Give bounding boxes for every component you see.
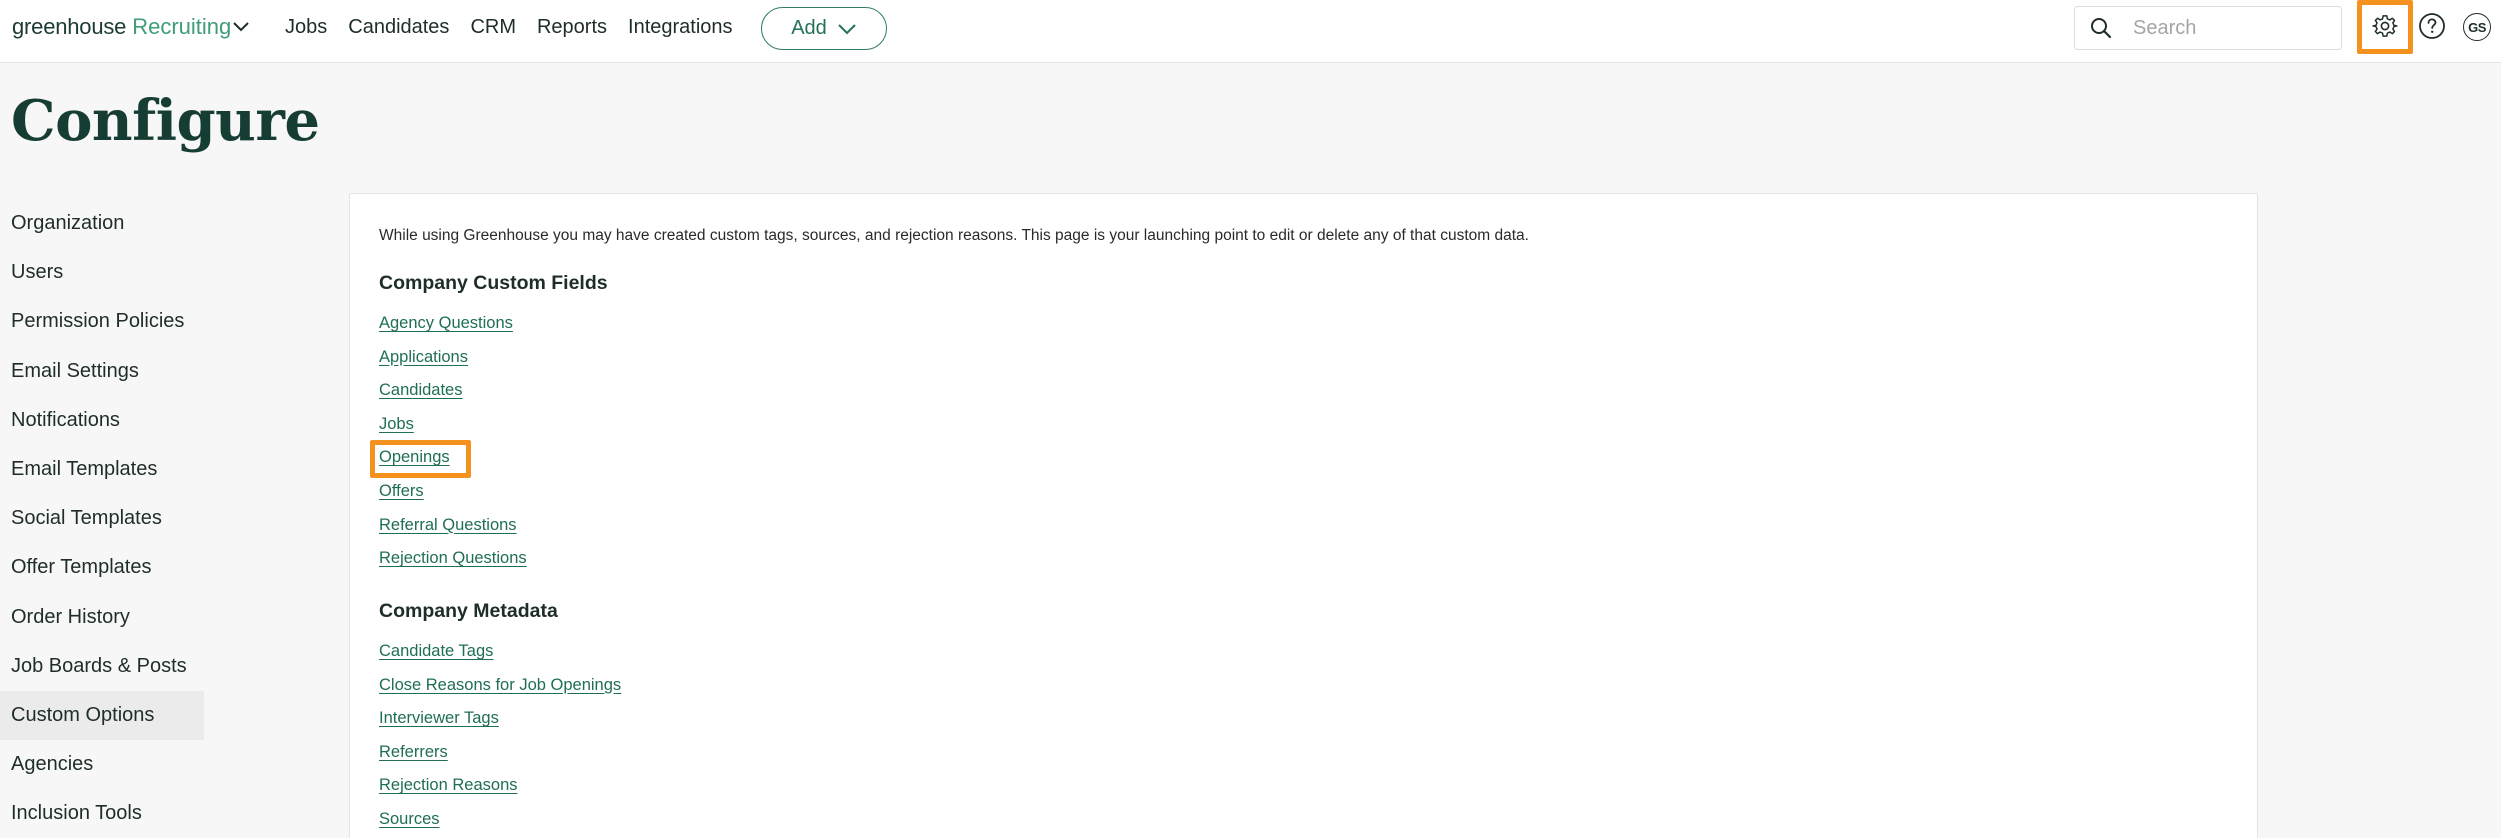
top-navigation-bar: greenhouse Recruiting Jobs Candidates CR… [0, 0, 2501, 63]
nav-reports[interactable]: Reports [537, 16, 607, 39]
link-offers[interactable]: Offers [379, 475, 527, 509]
sidebar-item-notifications[interactable]: Notifications [0, 396, 210, 445]
link-jobs[interactable]: Jobs [379, 408, 527, 442]
add-button[interactable]: Add [761, 7, 887, 50]
link-rejection-reasons[interactable]: Rejection Reasons [379, 769, 621, 803]
sidebar-item-job-boards-posts[interactable]: Job Boards & Posts [0, 642, 210, 691]
search-icon [2091, 18, 2112, 39]
sidebar-item-order-history[interactable]: Order History [0, 593, 210, 642]
main-nav: Jobs Candidates CRM Reports Integrations [285, 16, 754, 39]
user-initials: GS [2468, 19, 2486, 35]
chevron-down-icon [838, 23, 856, 34]
app-logo[interactable]: greenhouse Recruiting [12, 14, 231, 40]
link-candidates[interactable]: Candidates [379, 374, 527, 408]
sidebar-item-social-templates[interactable]: Social Templates [0, 494, 210, 543]
link-applications[interactable]: Applications [379, 341, 527, 375]
sidebar-item-permission-policies[interactable]: Permission Policies [0, 297, 210, 346]
link-candidate-tags[interactable]: Candidate Tags [379, 635, 621, 669]
metadata-links: Candidate Tags Close Reasons for Job Ope… [379, 635, 621, 837]
metadata-heading: Company Metadata [379, 600, 558, 622]
nav-jobs[interactable]: Jobs [285, 16, 327, 39]
chevron-down-icon[interactable] [228, 14, 254, 40]
settings-button[interactable] [2357, 0, 2413, 54]
sidebar-item-email-settings[interactable]: Email Settings [0, 347, 210, 396]
page-title: Configure [11, 88, 320, 154]
logo-product-text: Recruiting [132, 14, 232, 39]
search-input[interactable] [2133, 16, 2333, 40]
add-button-label: Add [791, 17, 827, 39]
sidebar-item-organization[interactable]: Organization [0, 199, 210, 248]
intro-text: While using Greenhouse you may have crea… [379, 227, 1529, 244]
user-avatar[interactable]: GS [2463, 13, 2491, 41]
sidebar-item-email-templates[interactable]: Email Templates [0, 445, 210, 494]
sidebar-item-offer-templates[interactable]: Offer Templates [0, 543, 210, 592]
link-agency-questions[interactable]: Agency Questions [379, 307, 527, 341]
settings-sidebar: Organization Users Permission Policies E… [0, 199, 210, 838]
custom-fields-links: Agency Questions Applications Candidates… [370, 307, 527, 576]
link-referral-questions[interactable]: Referral Questions [379, 509, 527, 543]
sidebar-item-agencies[interactable]: Agencies [0, 740, 210, 789]
link-close-reasons[interactable]: Close Reasons for Job Openings [379, 669, 621, 703]
link-interviewer-tags[interactable]: Interviewer Tags [379, 702, 621, 736]
sidebar-item-inclusion-tools[interactable]: Inclusion Tools [0, 789, 210, 838]
nav-crm[interactable]: CRM [470, 16, 516, 39]
sidebar-item-custom-options[interactable]: Custom Options [0, 690, 204, 741]
nav-integrations[interactable]: Integrations [628, 16, 733, 39]
gear-icon [2372, 15, 2398, 37]
link-referrers[interactable]: Referrers [379, 736, 621, 770]
nav-candidates[interactable]: Candidates [348, 16, 449, 39]
logo-main-text: greenhouse [12, 14, 127, 39]
sidebar-item-users[interactable]: Users [0, 248, 210, 297]
search-box [2074, 6, 2342, 50]
custom-options-panel [349, 193, 2258, 838]
custom-fields-heading: Company Custom Fields [379, 272, 608, 294]
link-rejection-questions[interactable]: Rejection Questions [379, 542, 527, 576]
openings-link-wrapper: Openings [370, 440, 527, 479]
link-openings[interactable]: Openings [379, 441, 527, 475]
help-icon[interactable] [2418, 12, 2446, 40]
link-sources[interactable]: Sources [379, 803, 621, 837]
